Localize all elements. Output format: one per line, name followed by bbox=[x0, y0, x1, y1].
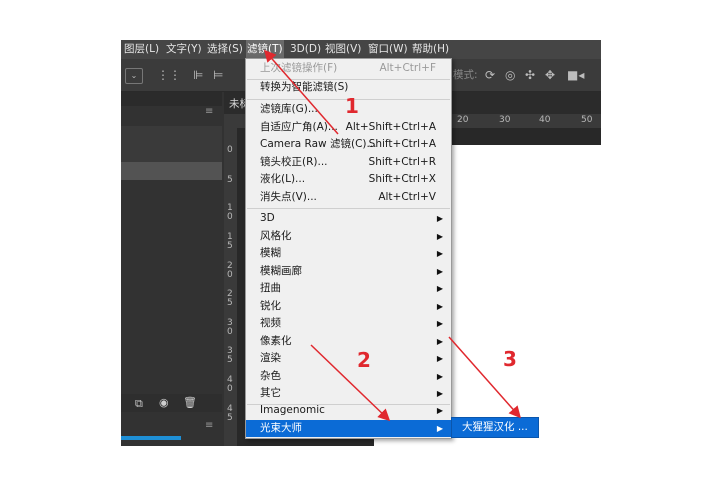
annotation-step-3: 3 bbox=[503, 347, 517, 371]
annotation-arrows bbox=[264, 49, 521, 422]
annotation-arrow-2 bbox=[310, 344, 391, 422]
annotation-step-1: 1 bbox=[345, 94, 359, 118]
annotation-arrow-1 bbox=[264, 49, 339, 135]
annotation-step-2: 2 bbox=[357, 348, 371, 372]
